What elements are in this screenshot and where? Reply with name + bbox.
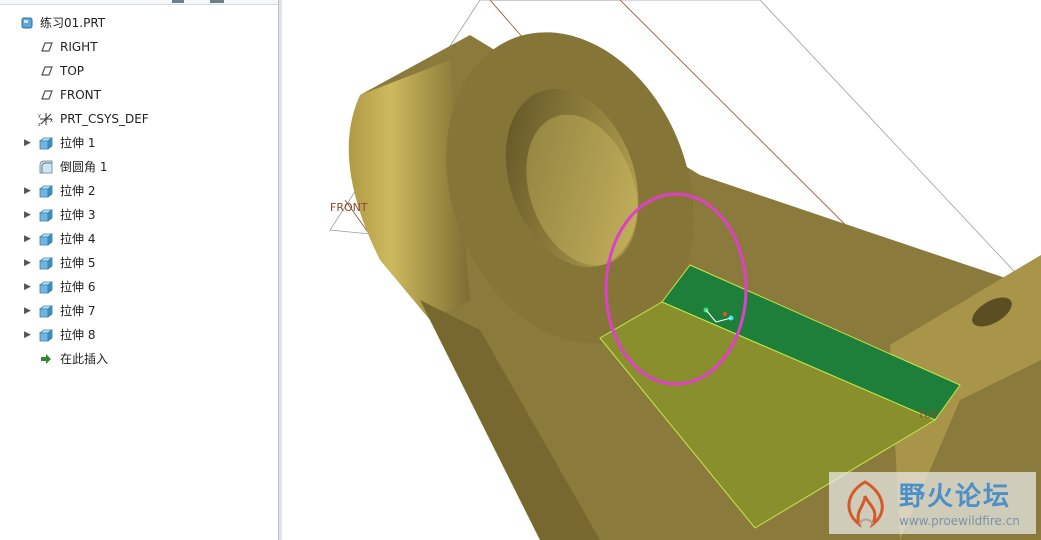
tree-item-label: 拉伸 3 [60,208,96,222]
expand-arrow-icon[interactable]: ▶ [24,138,34,148]
expand-arrow-icon[interactable]: ▶ [24,330,34,340]
expand-arrow-icon[interactable]: ▶ [24,306,34,316]
expand-arrow-icon[interactable]: ▶ [24,186,34,196]
tree-item-extrude-3[interactable]: ▶ 拉伸 3 [0,203,276,227]
tree-item-label: 拉伸 1 [60,136,96,150]
svg-text:x: x [50,118,53,124]
tree-item-label: 拉伸 6 [60,280,96,294]
insert-arrow-icon [41,354,51,364]
tree-item-extrude-4[interactable]: ▶ 拉伸 4 [0,227,276,251]
extrude-icon [38,281,54,294]
expand-arrow-icon[interactable]: ▶ [24,210,34,220]
tree-item-label: 拉伸 5 [60,256,96,270]
tree-item-extrude-5[interactable]: ▶ 拉伸 5 [0,251,276,275]
tree-item-top[interactable]: TOP [0,59,276,83]
watermark-title: 野火论坛 [899,482,1012,512]
tree-item-label: 倒圆角 1 [60,160,108,174]
toolbar-tab-marker[interactable] [210,0,224,3]
tree-item-label: 拉伸 2 [60,184,96,198]
expand-arrow-icon[interactable]: ▶ [24,234,34,244]
tree-item-extrude-2[interactable]: ▶ 拉伸 2 [0,179,276,203]
plane-label-top: TOP [917,410,938,421]
tree-item-label: 拉伸 4 [60,232,96,246]
watermark-url: www.proewildfire.cn [899,514,1020,528]
part-icon [21,17,33,29]
tree-item-label: RIGHT [60,40,98,54]
tree-item-round-1[interactable]: 倒圆角 1 [0,155,276,179]
datum-plane-icon [41,66,53,76]
tree-item-label: 在此插入 [60,352,109,366]
tree-item-root[interactable]: 练习01.PRT [0,11,276,35]
svg-text:y: y [38,113,41,119]
flame-logo-icon [847,480,884,529]
tree-item-extrude-8[interactable]: ▶ 拉伸 8 [0,323,276,347]
extrude-icon [38,305,54,318]
tree-item-label: TOP [60,64,85,78]
svg-text:z: z [38,122,41,127]
datum-plane-icon [41,42,53,52]
tree-item-right[interactable]: RIGHT [0,35,276,59]
tree-item-label: 拉伸 8 [60,328,96,342]
toolbar-tab-marker[interactable] [172,0,184,3]
model-render: FRONT TOP [329,0,1041,540]
expand-arrow-icon[interactable]: ▶ [24,258,34,268]
extrude-icon [38,233,54,246]
plane-label-front: FRONT [330,201,368,214]
tree-toolbar-strip [0,0,278,5]
csys-icon: y z x [38,113,53,127]
forum-watermark: 野火论坛 www.proewildfire.cn [829,472,1036,534]
extrude-icon [38,209,54,222]
extrude-icon [38,185,54,198]
tree-item-insert-here[interactable]: 在此插入 [0,347,276,371]
tree-item-label: FRONT [60,88,101,102]
tree-item-label: 拉伸 7 [60,304,96,318]
datum-plane-icon [41,90,53,100]
model-tree-panel: 练习01.PRT RIGHT TOP FRONT y z x PRT_CSYS_… [0,0,279,540]
tree-item-front[interactable]: FRONT [0,83,276,107]
extrude-icon [38,257,54,270]
3d-viewport[interactable]: FRONT TOP [282,0,1041,540]
tree-item-csys[interactable]: y z x PRT_CSYS_DEF [0,107,276,131]
extrude-icon [38,329,54,342]
tree-item-label: PRT_CSYS_DEF [60,112,149,126]
tree-item-extrude-7[interactable]: ▶ 拉伸 7 [0,299,276,323]
round-icon [39,160,53,174]
extrude-icon [38,137,54,150]
tree-item-label: 练习01.PRT [40,16,106,30]
csys-point [723,312,727,316]
tree-item-extrude-6[interactable]: ▶ 拉伸 6 [0,275,276,299]
expand-arrow-icon[interactable]: ▶ [24,282,34,292]
tree-item-extrude-1[interactable]: ▶ 拉伸 1 [0,131,276,155]
